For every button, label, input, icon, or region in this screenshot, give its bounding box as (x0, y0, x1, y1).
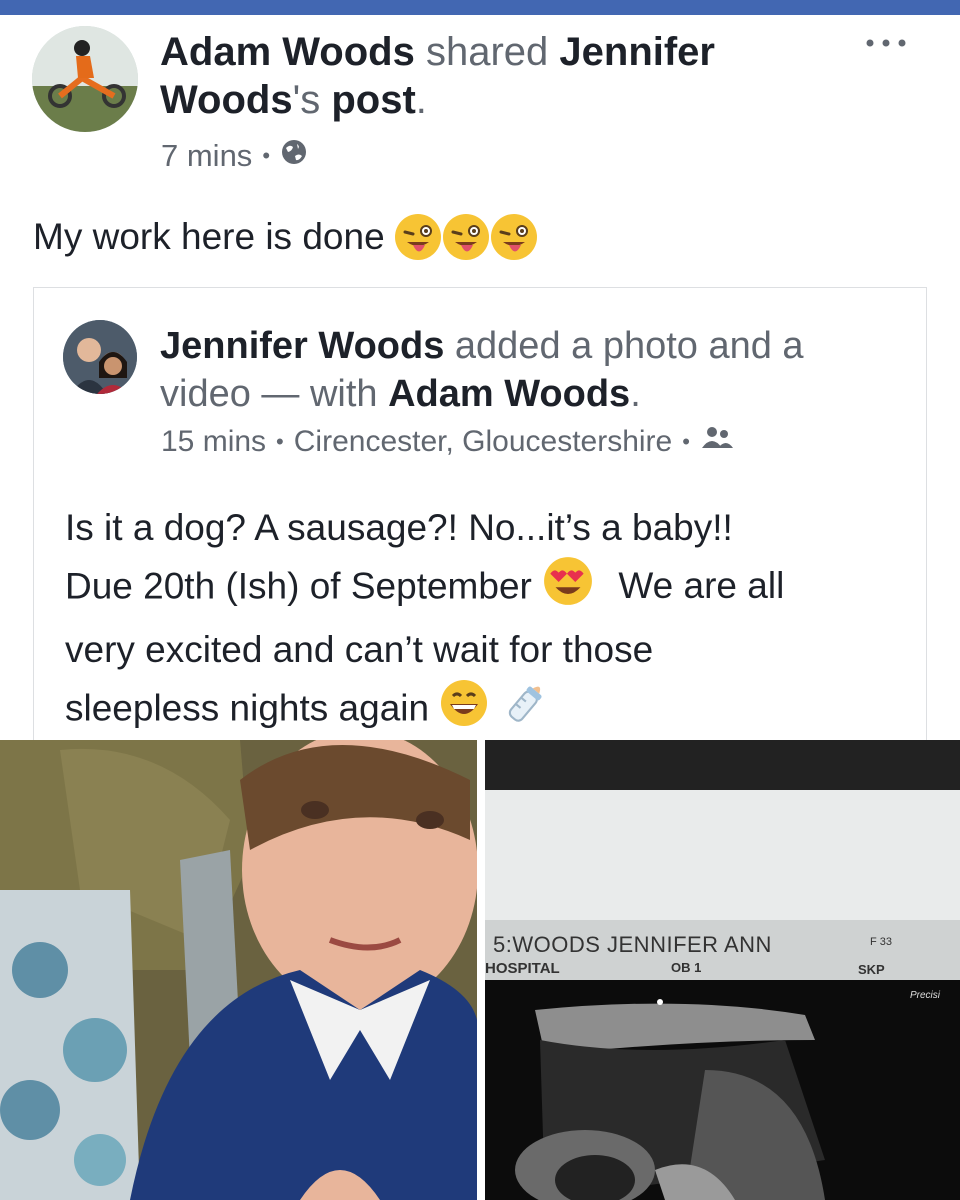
scan-f: F 33 (870, 936, 893, 948)
location[interactable]: Cirencester, Gloucestershire (294, 425, 673, 459)
status-text: My work here is done (33, 216, 385, 257)
post-link[interactable]: post (331, 78, 415, 122)
ultrasound-video[interactable]: 5:WOODS JENNIFER ANN HOSPITAL OB 1 F 33 … (485, 740, 960, 1200)
author-name[interactable]: Jennifer Woods (160, 325, 444, 367)
share-header: Adam Woods shared Jennifer Woods's post. (160, 28, 800, 124)
post-time[interactable]: 7 mins (161, 138, 252, 174)
text-line: Due 20th (Ish) of September (65, 565, 532, 607)
period: . (415, 78, 427, 122)
share-meta: 7 mins • (161, 138, 308, 174)
text-line: very excited and can’t wait for those (65, 629, 654, 670)
more-options-icon[interactable] (862, 32, 912, 62)
photo-child[interactable] (0, 740, 477, 1200)
globe-icon (280, 138, 308, 174)
period: . (630, 373, 641, 415)
share-action: shared (425, 30, 549, 74)
scan-hospital: HOSPITAL (485, 960, 560, 977)
top-bar (0, 0, 960, 15)
text-line: Is it a dog? A sausage?! No...it’s a bab… (65, 507, 733, 548)
media-divider (477, 740, 485, 1200)
tongue-wink-emoji (393, 212, 443, 262)
separator-dot: • (682, 429, 690, 454)
scan-precision: Precisi (910, 990, 941, 1001)
separator-dot: • (262, 143, 271, 168)
possessive: 's (292, 78, 321, 122)
shared-post-header: Jennifer Woods added a photo and a video… (160, 322, 880, 418)
tongue-wink-emoji (489, 212, 539, 262)
grinning-emoji (439, 678, 489, 743)
scan-patient-name: 5:WOODS JENNIFER ANN (493, 932, 772, 957)
status-text-row: My work here is done (33, 212, 537, 262)
owner-first-name[interactable]: Jennifer (559, 30, 715, 74)
dash: — (261, 373, 300, 415)
sharer-name[interactable]: Adam Woods (160, 30, 415, 74)
shared-post-time[interactable]: 15 mins (161, 425, 266, 459)
scan-skp: SKP (858, 962, 885, 977)
text-line: sleepless nights again (65, 687, 430, 729)
with-label: with (309, 373, 378, 415)
tongue-wink-emoji (441, 212, 491, 262)
avatar-jennifer-woods[interactable] (63, 320, 137, 394)
owner-last-name[interactable]: Woods (160, 78, 293, 122)
heart-eyes-emoji (542, 555, 594, 622)
tagged-name[interactable]: Adam Woods (388, 373, 630, 415)
text-line: We are all (618, 565, 785, 607)
shared-post-meta: 15 mins • Cirencester, Gloucestershire • (161, 424, 734, 460)
baby-bottle-emoji (500, 677, 552, 744)
shared-post-text: Is it a dog? A sausage?! No...it’s a bab… (65, 500, 915, 744)
scan-ob: OB 1 (671, 960, 702, 975)
avatar-adam-woods[interactable] (32, 26, 138, 132)
friends-icon (700, 424, 734, 460)
separator-dot: • (276, 429, 284, 454)
